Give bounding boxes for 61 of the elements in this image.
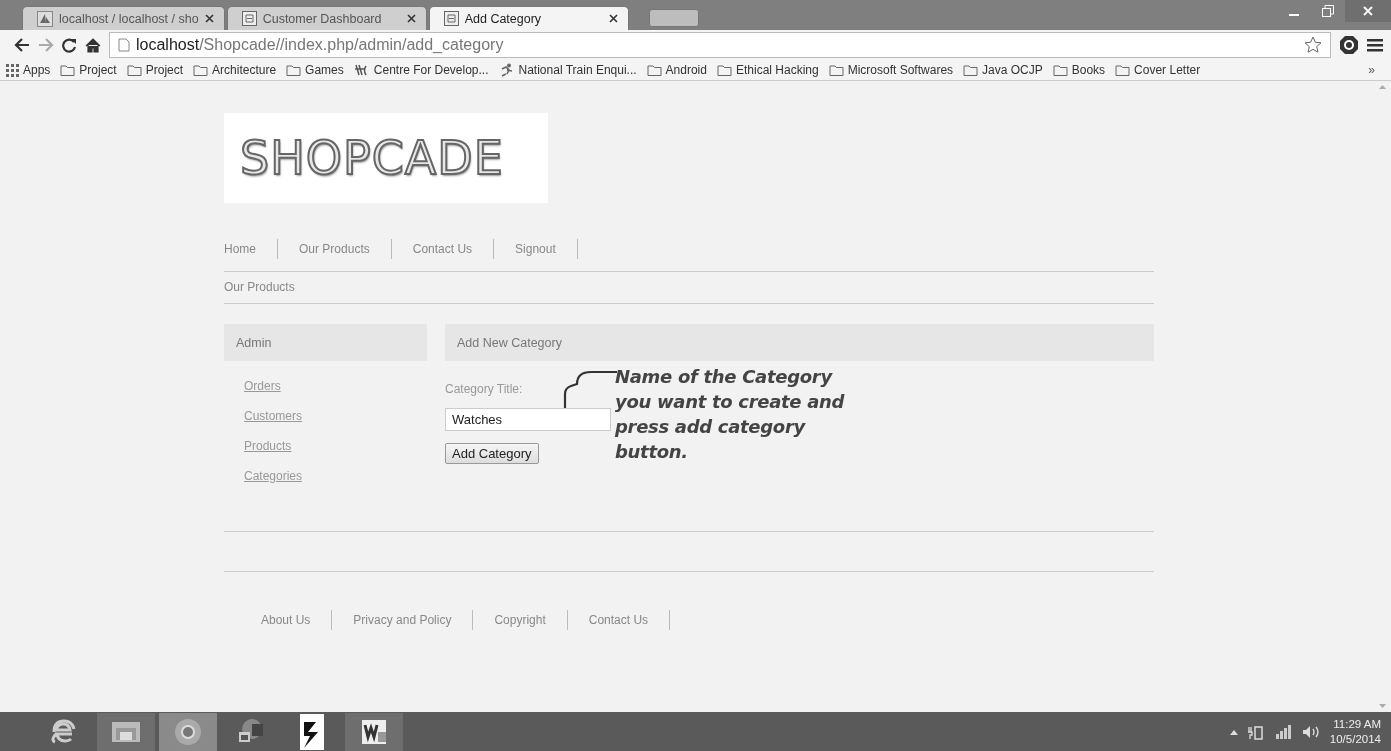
bookmark[interactable]: Android (646, 63, 707, 77)
speaker-icon[interactable] (1301, 725, 1320, 739)
bookmark[interactable]: Apps (6, 63, 51, 77)
browser-tab[interactable]: Add Category (428, 6, 629, 30)
extension-icon[interactable] (1339, 35, 1359, 55)
bookmark[interactable]: Games (286, 63, 344, 77)
signal-icon[interactable] (1273, 725, 1292, 739)
bookmark[interactable]: Java OCJP (963, 63, 1043, 77)
folder-icon (963, 63, 979, 77)
reload-icon[interactable] (62, 37, 77, 53)
bookmark[interactable]: Project (126, 63, 184, 77)
menu-icon[interactable] (1367, 38, 1383, 52)
bookmark[interactable]: Project (60, 63, 117, 77)
battery-icon[interactable] (1247, 724, 1264, 740)
add-category-button[interactable]: Add Category (445, 443, 539, 464)
circle-logo-icon (174, 718, 202, 746)
folder-icon (828, 63, 844, 77)
clock[interactable]: 11:29 AM 10/5/2014 (1329, 717, 1381, 747)
annotation-note: Name of the Category you want to create and press add category button. (615, 365, 845, 464)
close-icon (1363, 6, 1373, 16)
apps-grid-icon (6, 63, 19, 77)
taskbar-app[interactable] (345, 713, 403, 751)
browser-e-icon (51, 718, 77, 746)
page-icon (118, 38, 130, 52)
show-hidden-icon[interactable] (1229, 729, 1238, 735)
sidebar-header: Admin (224, 324, 427, 361)
folder-icon (646, 63, 662, 77)
bookmark[interactable]: Microsoft Softwares (828, 63, 954, 77)
page-icon (443, 11, 459, 26)
minimize-icon (1289, 14, 1299, 16)
page-icon (241, 11, 257, 26)
address-bar[interactable]: localhost/Shopcade//index.php/admin/add_category (109, 32, 1331, 58)
bookmarks-overflow[interactable]: » (1362, 62, 1381, 78)
bookmark[interactable]: Books (1052, 63, 1106, 77)
bookmark[interactable]: Architecture (193, 63, 277, 77)
folder-icon (286, 63, 302, 77)
browser-tab[interactable]: Customer Dashboard (226, 6, 427, 30)
emblem-icon (353, 63, 370, 77)
browser-tab[interactable]: localhost / localhost / sho (22, 6, 225, 30)
panel-header: Add New Category (445, 324, 1154, 361)
document-w-icon (360, 718, 388, 746)
breadcrumb: Our Products (224, 280, 295, 294)
star-icon[interactable] (1304, 36, 1322, 54)
back-icon[interactable] (14, 38, 30, 52)
field-label: Category Title: (445, 382, 523, 396)
folder-icon (126, 63, 142, 77)
bookmark[interactable]: National Train Enqui... (498, 63, 637, 77)
close-button[interactable] (1345, 0, 1391, 22)
bookmark[interactable]: Ethical Hacking (716, 63, 819, 77)
bookmark[interactable]: Cover Letter (1115, 63, 1201, 77)
home-icon[interactable] (85, 37, 101, 53)
folder-icon (1115, 63, 1131, 77)
bookmark[interactable]: Centre For Develop... (353, 63, 489, 77)
sailboat-icon (37, 10, 53, 27)
folder-icon (60, 63, 76, 77)
restore-icon (1322, 5, 1334, 17)
folder-icon (716, 63, 732, 77)
leader-line (563, 368, 617, 408)
category-title-field[interactable]: Watches (445, 408, 611, 431)
folder-icon (193, 63, 209, 77)
folder-icon (1052, 63, 1068, 77)
